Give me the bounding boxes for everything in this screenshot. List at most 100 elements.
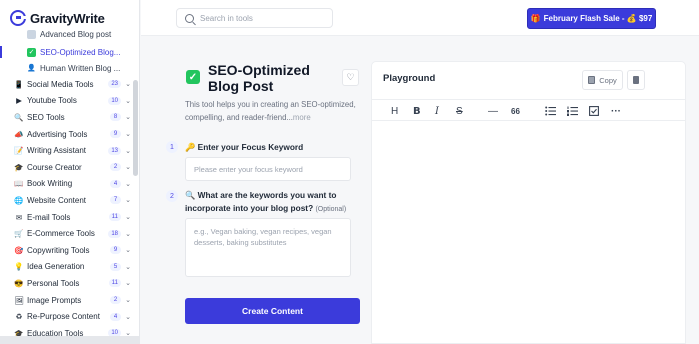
more-link[interactable]: more	[293, 113, 311, 122]
search-input[interactable]	[200, 13, 320, 23]
sidebar-item-copywriting-tools[interactable]: 🎯 Copywriting Tools 9 ⌄	[0, 242, 132, 259]
chevron-down-icon[interactable]: ⌄	[124, 180, 132, 188]
heading-button[interactable]: H	[391, 105, 398, 117]
numbered-list-button[interactable]	[566, 105, 578, 117]
chevron-down-icon[interactable]: ⌄	[124, 147, 132, 155]
category-icon: ♻	[15, 312, 23, 322]
count-badge: 10	[108, 96, 121, 105]
category-icon: 😎	[14, 278, 24, 288]
category-icon: 🌐	[14, 195, 24, 205]
sidebar-item-advertising-tools[interactable]: 📣 Advertising Tools 9 ⌄	[0, 126, 132, 143]
horizontal-scrollbar[interactable]	[0, 336, 139, 344]
chevron-down-icon[interactable]: ⌄	[124, 113, 132, 121]
sub-item-advanced-blog-post[interactable]: Advanced Blog post	[0, 26, 139, 42]
document-icon	[633, 76, 639, 84]
count-badge: 9	[110, 130, 121, 139]
check-icon: ✓	[27, 47, 36, 57]
playground-title: Playground	[383, 73, 436, 84]
logo-icon	[10, 10, 27, 26]
flash-sale-label: February Flash Sale - 💰 $97	[543, 14, 653, 23]
sidebar-item-course-creator[interactable]: 🎓 Course Creator 2 ⌄	[0, 159, 132, 176]
sidebar-scrollbar[interactable]	[133, 80, 138, 176]
chevron-down-icon[interactable]: ⌄	[124, 97, 132, 105]
sidebar-item-seo-tools[interactable]: 🔍 SEO Tools 8 ⌄	[0, 109, 132, 126]
chevron-down-icon[interactable]: ⌄	[124, 263, 132, 271]
category-icon: 📱	[14, 79, 24, 89]
sidebar-item-writing-assistant[interactable]: 📝 Writing Assistant 13 ⌄	[0, 142, 132, 159]
count-badge: 8	[110, 113, 121, 122]
category-icon: 💡	[14, 262, 24, 272]
chevron-down-icon[interactable]: ⌄	[124, 296, 132, 304]
search-box[interactable]	[176, 8, 333, 28]
sidebar-item-label: Writing Assistant	[27, 146, 86, 156]
sidebar-item-label: Book Writing	[27, 179, 73, 189]
sidebar-item-re-purpose-content[interactable]: ♻ Re-Purpose Content 4 ⌄	[0, 308, 132, 325]
bold-button[interactable]: B	[413, 105, 421, 117]
count-badge: 18	[108, 229, 121, 238]
numbered-list-icon	[566, 106, 578, 116]
horizontal-rule-button[interactable]: —	[488, 105, 498, 117]
gift-icon: 🎁	[530, 14, 541, 23]
editor-toolbar: H B I S — 66 ···	[372, 99, 685, 121]
field-label-text: What are the keywords you want to incorp…	[185, 190, 337, 213]
document-icon	[27, 29, 36, 39]
sidebar-item-e-commerce-tools[interactable]: 🛒 E-Commerce Tools 18 ⌄	[0, 225, 132, 242]
quote-button[interactable]: 66	[511, 105, 520, 117]
sidebar-item-image-prompts[interactable]: 🖼 Image Prompts 2 ⌄	[0, 292, 132, 309]
category-icon: ▶	[16, 96, 22, 106]
flash-sale-button[interactable]: 🎁 February Flash Sale - 💰 $97	[527, 8, 656, 29]
count-badge: 5	[110, 262, 121, 271]
count-badge: 4	[110, 179, 121, 188]
category-icon: 🎓	[14, 162, 24, 172]
sidebar-nav: 📱 Social Media Tools 23 ⌄ ▶ Youtube Tools 10 ⌄ 🔍…	[0, 76, 132, 342]
create-content-button[interactable]: Create Content	[185, 298, 360, 324]
tool-title: SEO-Optimized Blog Post	[208, 62, 310, 94]
logo[interactable]: GravityWrite	[10, 9, 105, 27]
chevron-down-icon[interactable]: ⌄	[124, 130, 132, 138]
copy-button[interactable]: Copy	[582, 70, 623, 90]
step-number: 1	[166, 141, 178, 153]
count-badge: 2	[110, 296, 121, 305]
italic-button[interactable]: I	[435, 105, 439, 117]
favorite-button[interactable]: ♡	[342, 69, 359, 86]
sidebar-item-personal-tools[interactable]: 😎 Personal Tools 11 ⌄	[0, 275, 132, 292]
chevron-down-icon[interactable]: ⌄	[124, 279, 132, 287]
sidebar-item-label: Social Media Tools	[27, 79, 94, 89]
sidebar-item-website-content[interactable]: 🌐 Website Content 7 ⌄	[0, 192, 132, 209]
focus-keyword-label: 🔑 Enter your Focus Keyword	[185, 141, 365, 154]
more-options-button[interactable]: ···	[611, 105, 621, 117]
checklist-button[interactable]	[588, 105, 600, 117]
focus-keyword-input[interactable]	[185, 157, 351, 181]
sidebar-item-idea-generation[interactable]: 💡 Idea Generation 5 ⌄	[0, 259, 132, 276]
count-badge: 4	[110, 312, 121, 321]
sidebar-item-label: Personal Tools	[27, 278, 80, 288]
checklist-icon	[589, 106, 599, 116]
sub-item-seo-optimized-blog[interactable]: ✓ SEO-Optimized Blog...	[0, 44, 139, 60]
sidebar-item-label: Copywriting Tools	[27, 245, 90, 255]
sidebar-item-book-writing[interactable]: 📖 Book Writing 4 ⌄	[0, 176, 132, 193]
sidebar-item-label: Course Creator	[27, 162, 82, 172]
keywords-textarea[interactable]	[185, 218, 351, 277]
keywords-label: 🔍 What are the keywords you want to inco…	[185, 189, 365, 216]
chevron-down-icon[interactable]: ⌄	[124, 163, 132, 171]
category-icon: 📝	[14, 146, 24, 156]
count-badge: 23	[108, 80, 121, 89]
sidebar-item-social-media-tools[interactable]: 📱 Social Media Tools 23 ⌄	[0, 76, 132, 93]
category-icon: 🎯	[14, 245, 24, 255]
description-text: This tool helps you in creating an SEO-o…	[185, 100, 356, 122]
chevron-down-icon[interactable]: ⌄	[124, 196, 132, 204]
chevron-down-icon[interactable]: ⌄	[124, 313, 132, 321]
category-icon: 📣	[14, 129, 24, 139]
chevron-down-icon[interactable]: ⌄	[124, 80, 132, 88]
chevron-down-icon[interactable]: ⌄	[124, 213, 132, 221]
chevron-down-icon[interactable]: ⌄	[124, 246, 132, 254]
sidebar-item-youtube-tools[interactable]: ▶ Youtube Tools 10 ⌄	[0, 93, 132, 110]
search-icon	[185, 13, 194, 23]
tool-description: This tool helps you in creating an SEO-o…	[185, 99, 363, 124]
sidebar-item-e-mail-tools[interactable]: ✉ E-mail Tools 11 ⌄	[0, 209, 132, 226]
document-button[interactable]	[627, 70, 645, 90]
sub-item-human-written-blog[interactable]: 👤 Human Written Blog ...	[0, 60, 139, 76]
strikethrough-button[interactable]: S	[456, 105, 463, 117]
chevron-down-icon[interactable]: ⌄	[124, 230, 132, 238]
bullet-list-button[interactable]	[544, 105, 556, 117]
